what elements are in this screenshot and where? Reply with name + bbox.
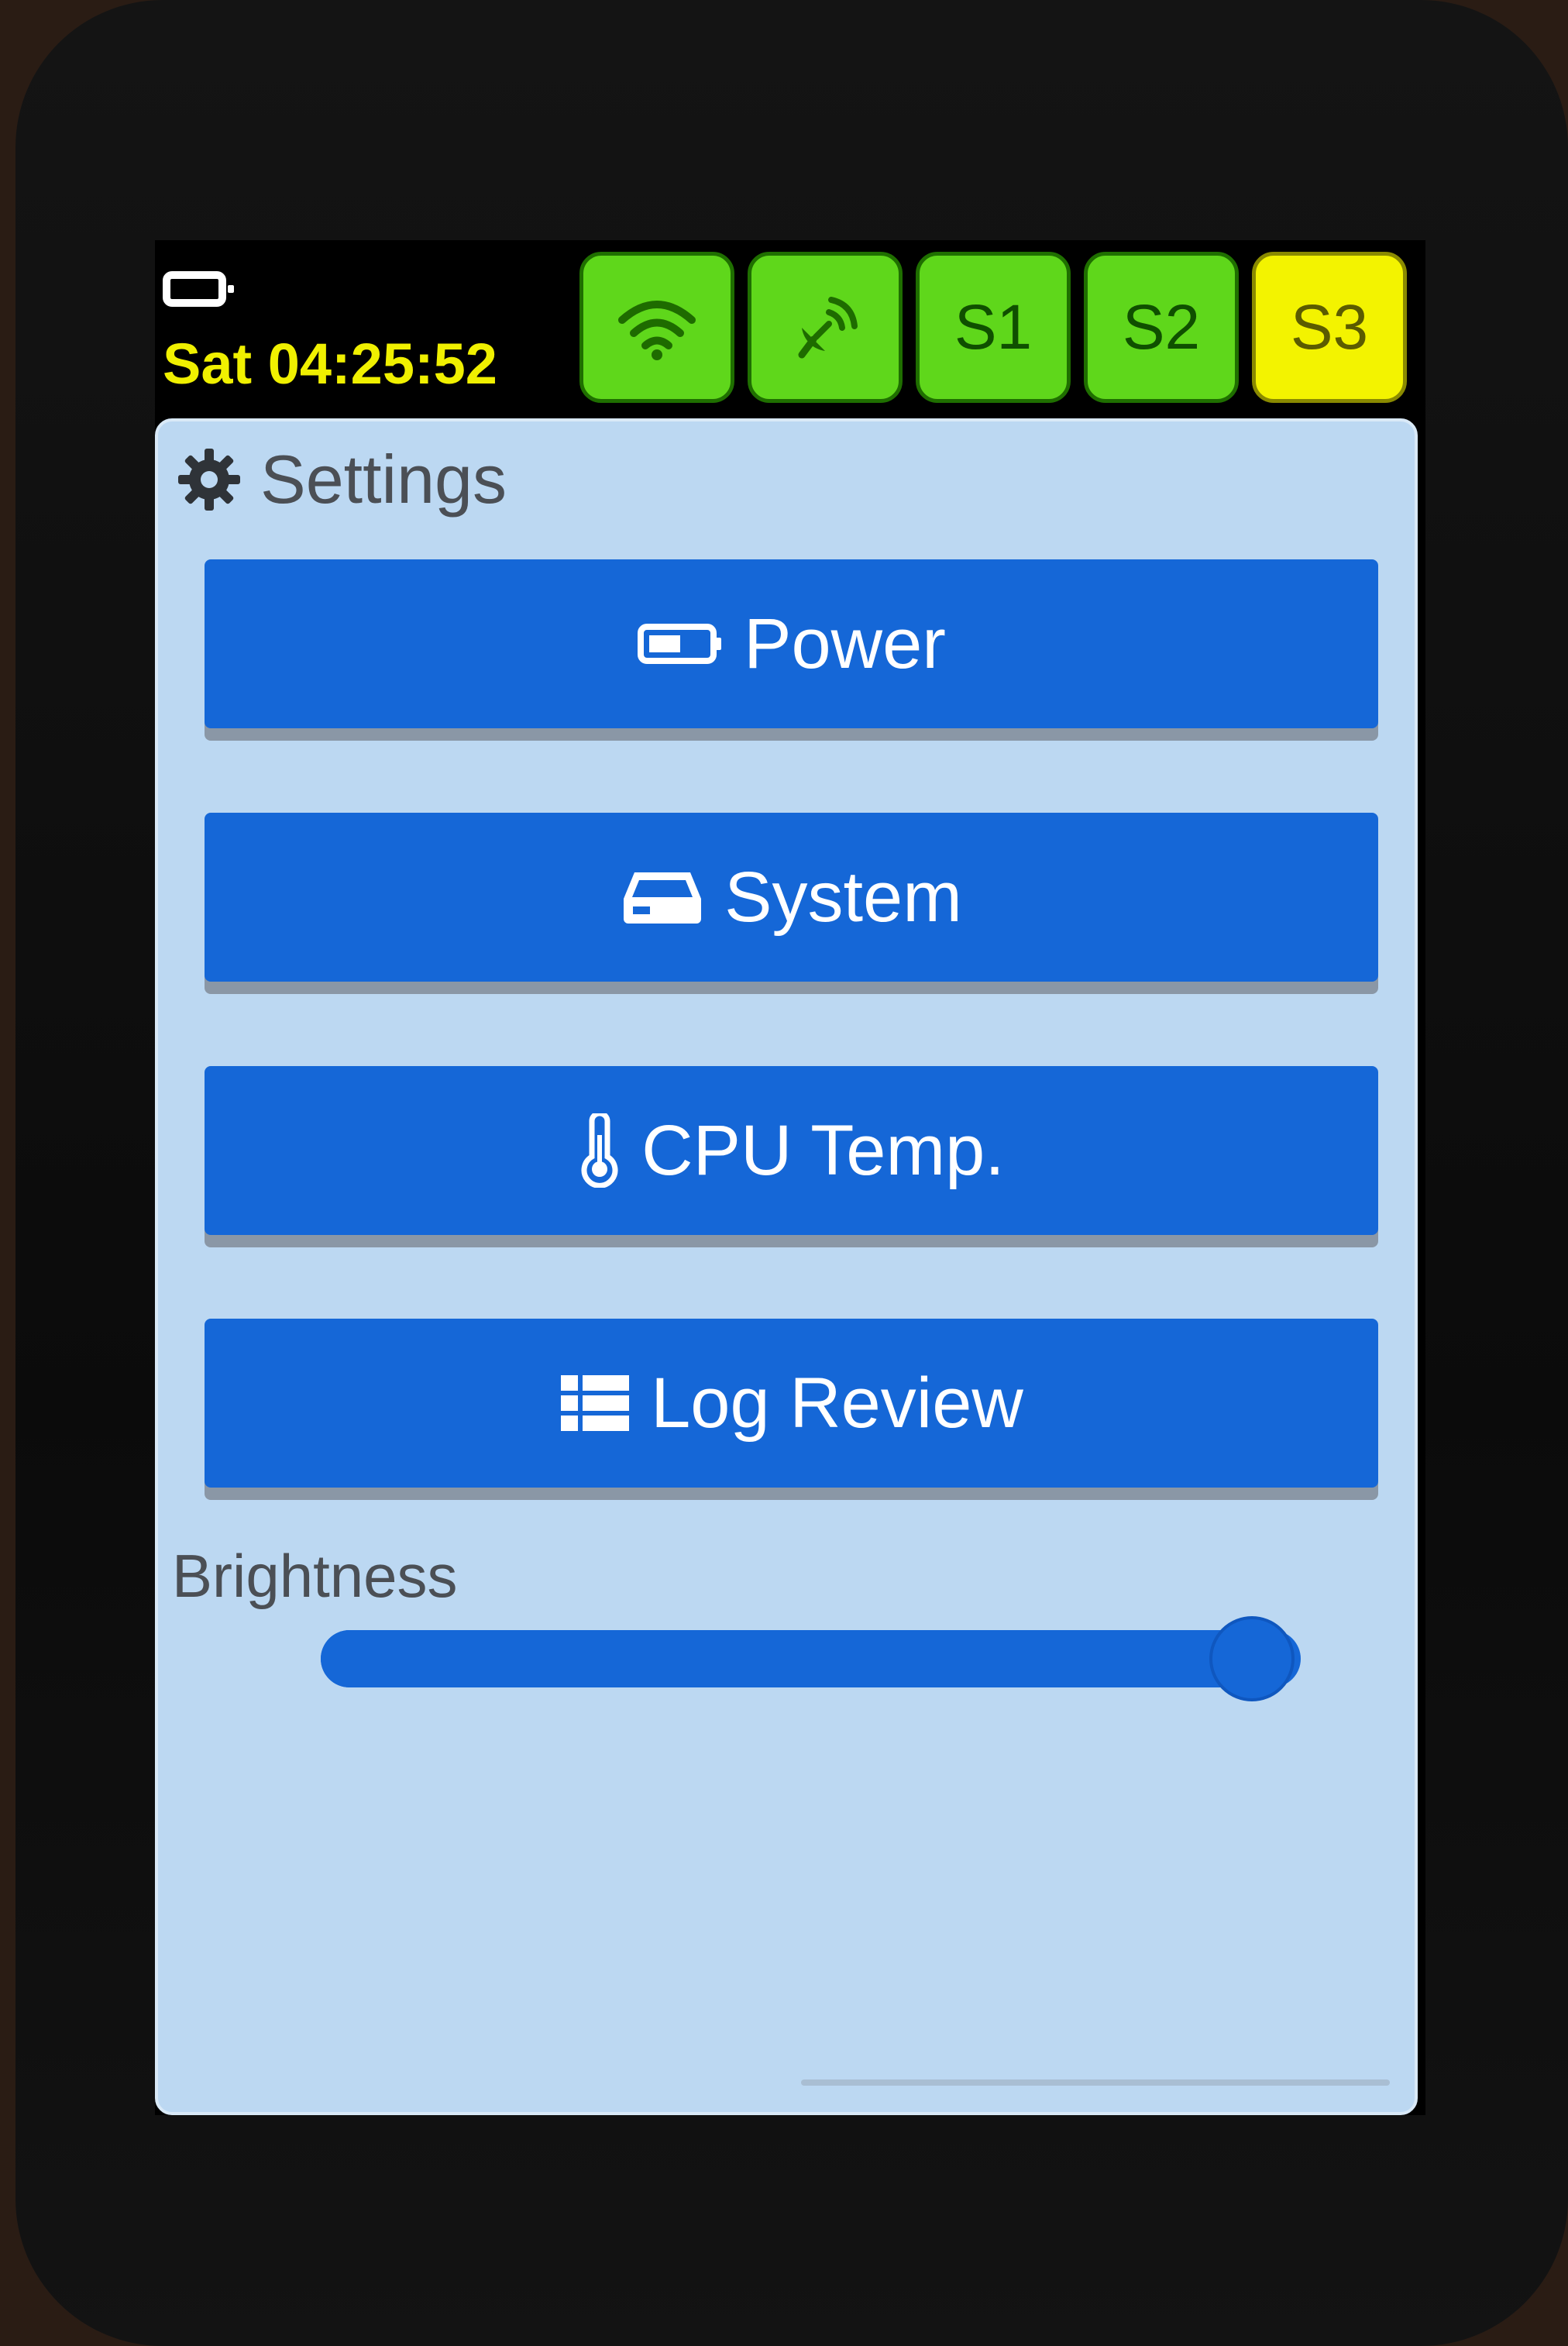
page-title: Settings <box>260 441 507 518</box>
brightness-label: Brightness <box>172 1542 458 1610</box>
status-tile-s1-label: S1 <box>954 291 1033 363</box>
power-button-label: Power <box>744 604 946 683</box>
system-button-label: System <box>724 857 962 937</box>
brightness-slider-knob[interactable] <box>1209 1616 1295 1701</box>
wifi-icon <box>614 293 700 363</box>
clock: Sat 04:25:52 <box>163 332 497 396</box>
satellite-icon <box>786 289 864 366</box>
status-tile-s2[interactable]: S2 <box>1084 252 1239 403</box>
gear-icon <box>177 447 242 512</box>
status-tile-s3[interactable]: S3 <box>1252 252 1407 403</box>
status-tile-satellite[interactable] <box>748 252 903 403</box>
scroll-indicator <box>801 2079 1390 2086</box>
battery-icon <box>637 621 724 667</box>
log-review-button-label: Log Review <box>651 1363 1023 1443</box>
status-tile-s2-label: S2 <box>1122 291 1201 363</box>
list-icon <box>559 1372 631 1434</box>
log-review-button[interactable]: Log Review <box>205 1319 1378 1488</box>
thermometer-icon <box>578 1113 621 1188</box>
cpu-temp-button-label: CPU Temp. <box>641 1110 1005 1190</box>
brightness-slider-fill <box>321 1630 1252 1687</box>
settings-panel: Settings Power System CPU Temp. Log Revi… <box>155 418 1418 2115</box>
status-tile-s1[interactable]: S1 <box>916 252 1071 403</box>
cpu-temp-button[interactable]: CPU Temp. <box>205 1066 1378 1235</box>
brightness-slider[interactable] <box>321 1616 1301 1701</box>
settings-header: Settings <box>177 437 507 522</box>
system-button[interactable]: System <box>205 813 1378 982</box>
status-tile-s3-label: S3 <box>1290 291 1369 363</box>
battery-icon <box>163 271 234 307</box>
power-button[interactable]: Power <box>205 559 1378 728</box>
status-tile-wifi[interactable] <box>579 252 734 403</box>
drive-icon <box>621 868 704 927</box>
